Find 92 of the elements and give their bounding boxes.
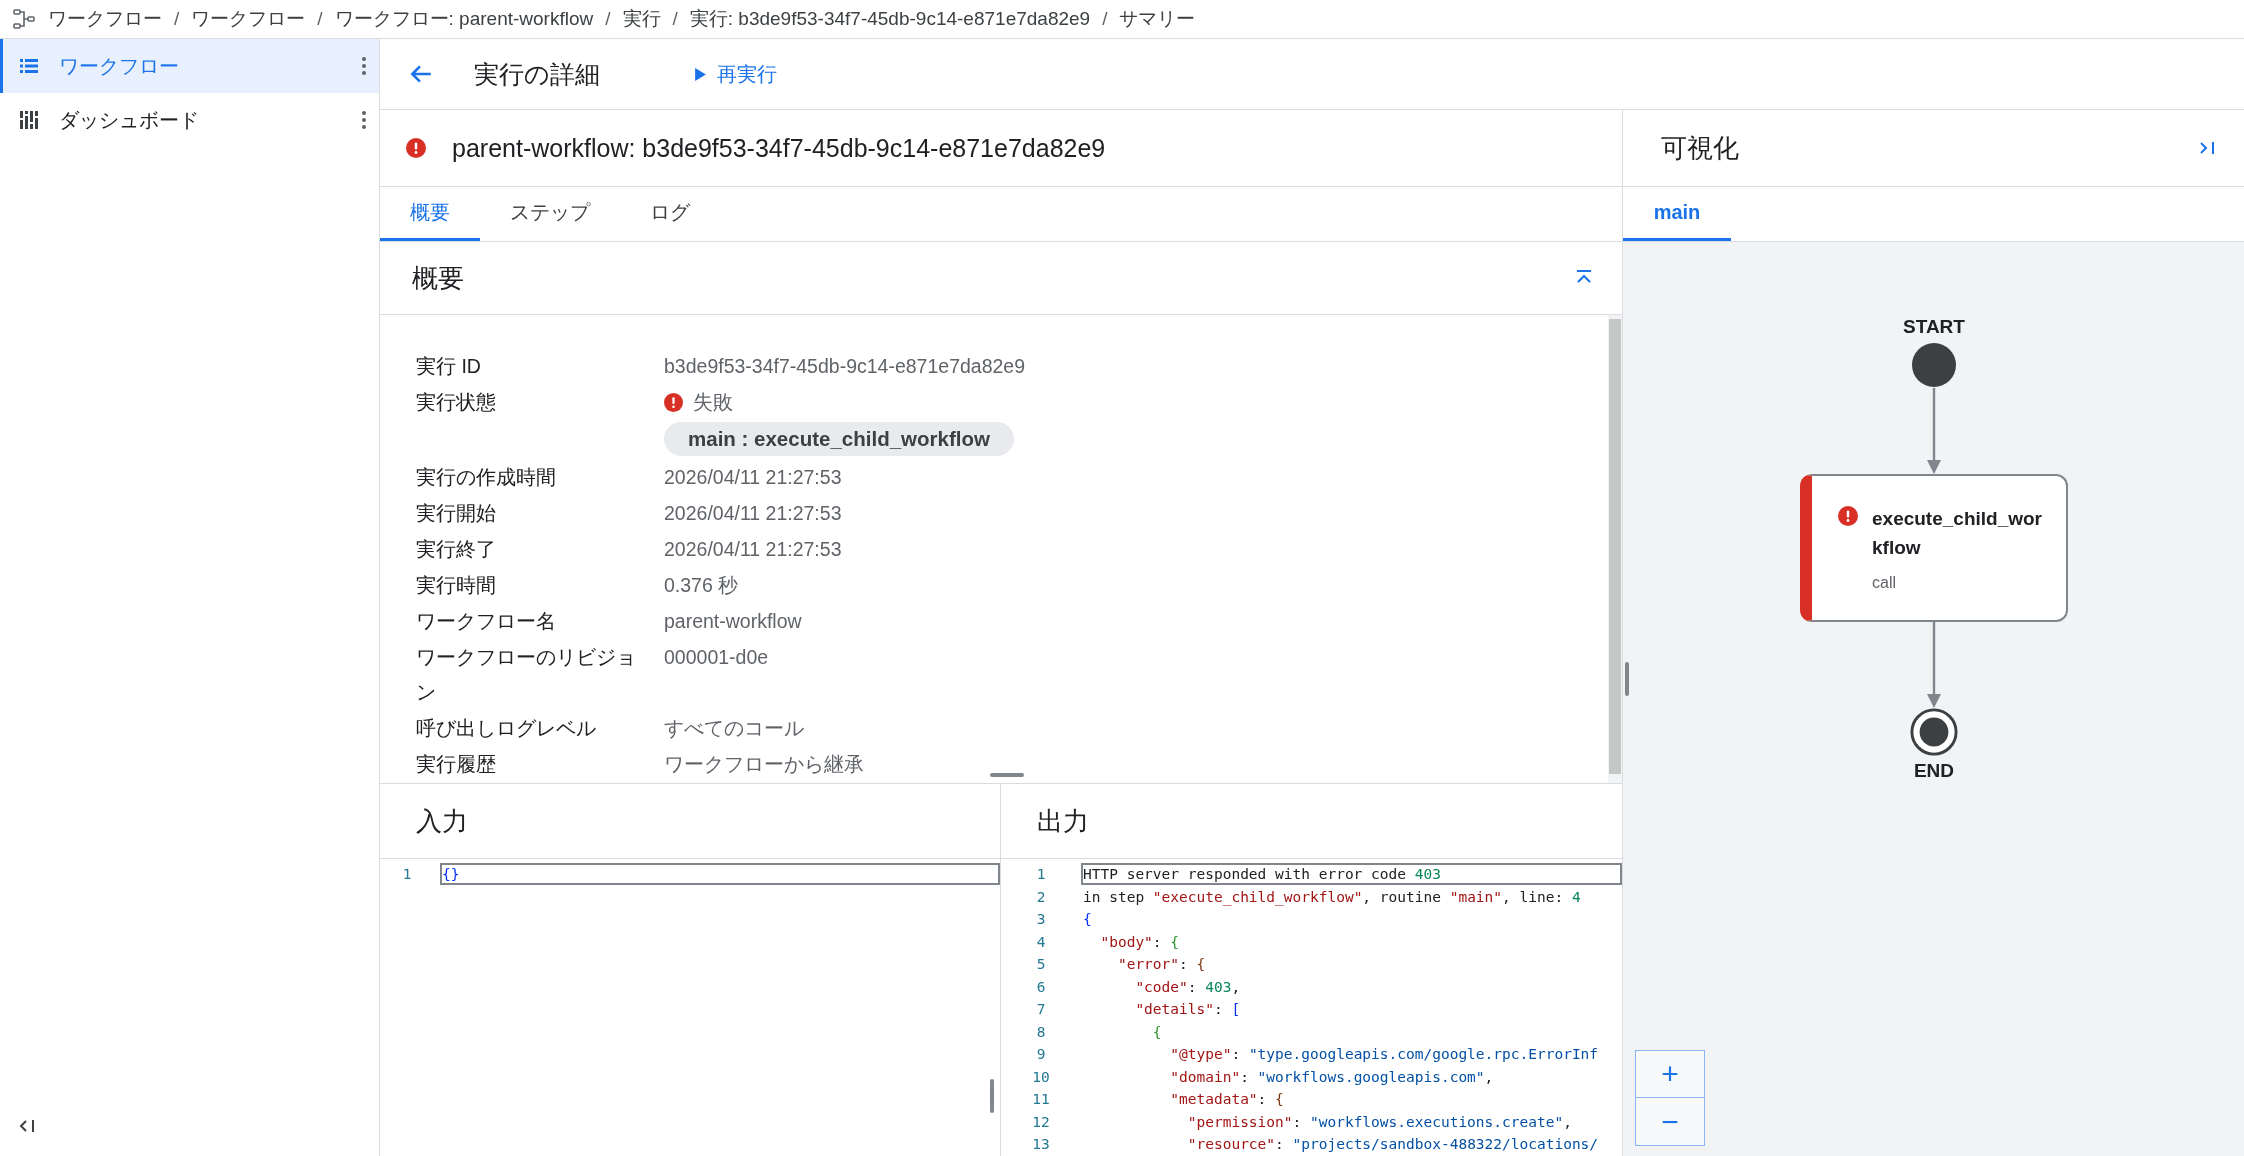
line-number: 12: [1031, 1113, 1051, 1130]
panel-title: 可視化: [1661, 131, 1739, 165]
breadcrumb-separator: /: [174, 8, 180, 30]
execution-title: parent-workflow: b3de9f53-34f7-45db-9c14-e871e7da82e9: [452, 133, 1106, 163]
line-number: 10: [1031, 1068, 1051, 1085]
field-label: 実行終了: [416, 537, 497, 562]
list-icon: [19, 56, 39, 76]
field-value: 0.376 秒: [664, 573, 739, 598]
resize-handle[interactable]: [1625, 662, 1629, 696]
start-label: START: [1903, 316, 1965, 338]
zoom-button[interactable]: +: [1635, 1050, 1705, 1098]
scrollbar-thumb[interactable]: [1609, 319, 1621, 774]
field-label: 実行 ID: [416, 354, 482, 379]
tab[interactable]: ステップ: [480, 187, 620, 241]
resize-handle[interactable]: [990, 773, 1024, 777]
panel-title: 出力: [1037, 804, 1089, 838]
breadcrumb-link[interactable]: 実行: b3de9f53-34f7-45db-9c14-e871e7da82e9: [689, 6, 1091, 32]
field-label: 実行履歴: [416, 752, 497, 777]
line-number: 6: [1035, 978, 1047, 995]
line-number: 4: [1035, 933, 1047, 950]
line-number: 11: [1031, 1091, 1051, 1108]
line-number: 8: [1035, 1023, 1047, 1040]
zoom-button[interactable]: −: [1635, 1098, 1705, 1146]
rerun-button[interactable]: 再実行: [690, 54, 781, 94]
field-label: 呼び出しログレベル: [416, 716, 597, 741]
panel-title: 入力: [416, 804, 468, 838]
play-icon: [694, 66, 707, 82]
field-label: ワークフローのリビジョン: [416, 645, 637, 705]
field-value: すべてのコール: [664, 716, 804, 741]
collapse-panel-icon[interactable]: [2198, 140, 2216, 156]
code-line: in step "execute_child_workflow", routine "main", line: 4: [1082, 887, 1582, 908]
breadcrumb-separator: /: [317, 8, 323, 30]
line-number: 1: [1035, 866, 1047, 883]
page-title: 実行の詳細: [474, 58, 600, 90]
code-line: "details": [: [1134, 1000, 1242, 1020]
error-icon: [1838, 506, 1858, 526]
field-value: parent-workflow: [664, 609, 802, 634]
start-node[interactable]: [1911, 342, 1957, 388]
code-line: "@type": "type.googleapis.com/google.rpc.ErrorInf: [1169, 1045, 1600, 1065]
code-line: "code": 403,: [1134, 977, 1242, 997]
field-value: b3de9f53-34f7-45db-9c14-e871e7da82e9: [664, 354, 1026, 379]
field-label: 実行開始: [416, 501, 497, 526]
breadcrumb-link[interactable]: 実行: [622, 6, 661, 32]
breadcrumb-link[interactable]: ワークフロー: [48, 6, 162, 32]
code-line: "error": {: [1116, 955, 1207, 975]
more-options-icon[interactable]: [361, 110, 367, 130]
tab[interactable]: ログ: [620, 187, 720, 241]
step-chip: main : execute_child_workflow: [664, 422, 1014, 456]
code-line: {: [1151, 1022, 1163, 1042]
breadcrumb-link[interactable]: ワークフロー: parent-workflow: [334, 6, 594, 32]
more-options-icon[interactable]: [361, 56, 367, 76]
field-value: 2026/04/11 21:27:53: [664, 465, 842, 490]
breadcrumb-separator: /: [672, 8, 678, 30]
code-line: {: [1082, 910, 1093, 930]
end-node[interactable]: [1910, 708, 1958, 756]
field-label: 実行の作成時間: [416, 465, 557, 490]
code-line: "domain": "workflows.googleapis.com",: [1169, 1067, 1495, 1087]
code-line: "body": {: [1099, 932, 1181, 952]
status-text: 失敗: [693, 390, 733, 415]
tab[interactable]: 概要: [380, 187, 480, 241]
field-value: 2026/04/11 21:27:53: [664, 501, 842, 526]
breadcrumb-link[interactable]: ワークフロー: [191, 6, 306, 32]
line-number: 1: [401, 866, 413, 883]
line-number: 13: [1031, 1136, 1051, 1153]
dashboard-icon: [19, 110, 39, 130]
code-line: "resource": "projects/sandbox-488322/locations/: [1186, 1135, 1600, 1155]
code-line: "permission": "workflows.executions.create",: [1186, 1112, 1573, 1132]
step-type: call: [1872, 574, 1897, 592]
end-label: END: [1913, 760, 1955, 782]
field-label: 実行時間: [416, 573, 497, 598]
line-number: 5: [1035, 956, 1047, 973]
sidebar-item[interactable]: ワークフロー: [0, 39, 379, 93]
breadcrumb-link[interactable]: サマリー: [1119, 6, 1196, 32]
field-value: ワークフローから継承: [664, 752, 864, 777]
step-name: execute_child_workflow: [1872, 507, 2044, 560]
code-line: "metadata": {: [1169, 1090, 1285, 1110]
line-number: 2: [1035, 888, 1047, 905]
breadcrumb-separator: /: [1102, 8, 1108, 30]
breadcrumb-separator: /: [605, 8, 611, 30]
resize-handle[interactable]: [990, 1079, 994, 1113]
workflow-icon: [12, 7, 36, 31]
sidebar-item[interactable]: ダッシュボード: [0, 93, 379, 147]
field-value: 000001-d0e: [664, 645, 769, 670]
line-number: 9: [1035, 1046, 1047, 1063]
line-number: 3: [1035, 911, 1047, 928]
section-title: 概要: [412, 261, 464, 295]
field-value: 2026/04/11 21:27:53: [664, 537, 842, 562]
step-node[interactable]: execute_child_workflow call: [1800, 474, 2068, 622]
collapse-sidebar-icon[interactable]: [18, 1118, 36, 1134]
line-number: 7: [1035, 1001, 1047, 1018]
field-label: 実行状態: [416, 390, 497, 415]
field-label: ワークフロー名: [416, 609, 557, 634]
